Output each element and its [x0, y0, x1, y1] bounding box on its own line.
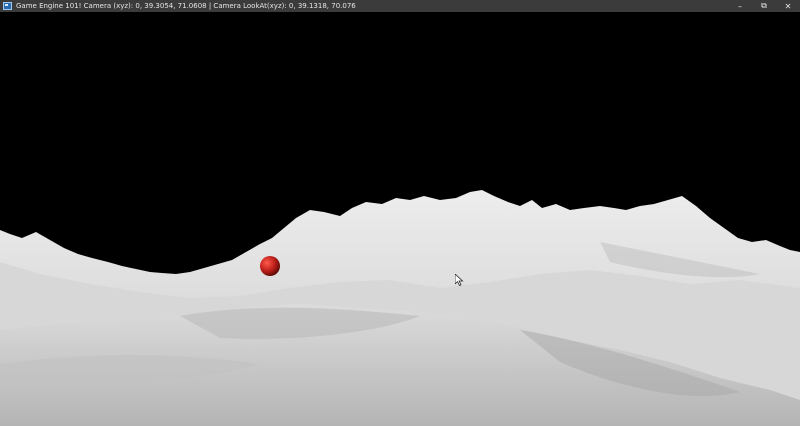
minimize-button[interactable]: –: [728, 0, 752, 12]
maximize-button[interactable]: ⧉: [752, 0, 776, 12]
window-title: Game Engine 101! Camera (xyz): 0, 39.305…: [16, 2, 356, 10]
mouse-cursor-icon: [455, 274, 464, 286]
window-controls: – ⧉ ✕: [728, 0, 800, 12]
game-window: Game Engine 101! Camera (xyz): 0, 39.305…: [0, 0, 800, 426]
render-viewport[interactable]: [0, 12, 800, 426]
title-bar[interactable]: Game Engine 101! Camera (xyz): 0, 39.305…: [0, 0, 800, 12]
close-button[interactable]: ✕: [776, 0, 800, 12]
terrain-scene: [0, 190, 800, 426]
red-sphere: [260, 256, 280, 276]
app-icon: [3, 2, 12, 10]
